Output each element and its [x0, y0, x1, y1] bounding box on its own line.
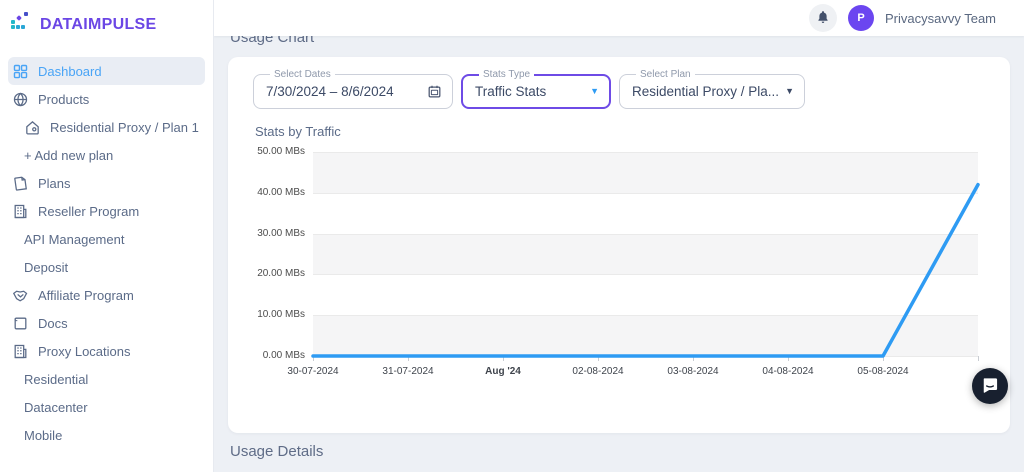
- sidebar-item-products[interactable]: Products: [8, 85, 205, 113]
- usage-line-chart: 50.00 MBs40.00 MBs30.00 MBs20.00 MBs10.0…: [228, 152, 1010, 387]
- x-axis-tick-label: 30-07-2024: [269, 366, 357, 377]
- chart-plot-area: [313, 152, 978, 356]
- sidebar-item-label: Deposit: [24, 260, 68, 275]
- plans-icon: [12, 175, 29, 192]
- sidebar-item-label: Proxy Locations: [38, 344, 131, 359]
- home-icon: [24, 119, 41, 136]
- sidebar-item-datacenter[interactable]: Datacenter: [8, 393, 205, 421]
- sidebar-item-label: Residential: [24, 372, 88, 387]
- stats-type-label: Stats Type: [479, 69, 534, 80]
- date-range-input[interactable]: 7/30/2024 – 8/6/2024: [266, 80, 442, 102]
- main-content: Usage Chart Select Dates 7/30/2024 – 8/6…: [214, 36, 1024, 472]
- sidebar-item-deposit[interactable]: Deposit: [8, 253, 205, 281]
- sidebar-item-label: Docs: [38, 316, 68, 331]
- usage-chart-card: Select Dates 7/30/2024 – 8/6/2024 Stats …: [228, 57, 1010, 433]
- topbar: P Privacysavvy Team: [214, 0, 1024, 36]
- plan-field[interactable]: Select Plan Residential Proxy / Pla... ▼: [619, 69, 805, 109]
- team-name: Privacysavvy Team: [885, 11, 996, 26]
- sidebar-item-affiliate-program[interactable]: Affiliate Program: [8, 281, 205, 309]
- y-axis-tick-label: 0.00 MBs: [228, 350, 305, 361]
- sidebar-item-proxy-locations[interactable]: Proxy Locations: [8, 337, 205, 365]
- docs-icon: [12, 315, 29, 332]
- y-axis-tick-label: 40.00 MBs: [228, 187, 305, 198]
- date-range-field[interactable]: Select Dates 7/30/2024 – 8/6/2024: [253, 69, 453, 109]
- notifications-button[interactable]: [809, 4, 837, 32]
- sidebar-item-mobile[interactable]: Mobile: [8, 421, 205, 449]
- sidebar-item-plans[interactable]: Plans: [8, 169, 205, 197]
- y-axis-tick-label: 10.00 MBs: [228, 309, 305, 320]
- x-axis-tick-label: 31-07-2024: [364, 366, 452, 377]
- sidebar-nav: Dashboard Products Residential Proxy / Pla…: [8, 57, 205, 449]
- brand-logo[interactable]: DATAIMPULSE: [0, 0, 213, 39]
- building-icon: [12, 203, 29, 220]
- sidebar-item-label: Products: [38, 92, 89, 107]
- usage-chart-title: Usage Chart: [230, 36, 1024, 46]
- sidebar-item-label: Reseller Program: [38, 204, 139, 219]
- sidebar-item-residential[interactable]: Residential: [8, 365, 205, 393]
- dashboard-grid-icon: [12, 63, 29, 80]
- x-axis-tick: [978, 356, 979, 361]
- usage-details-title: Usage Details: [230, 443, 1024, 460]
- sidebar: DATAIMPULSE Dashboard Products Residential…: [0, 0, 214, 472]
- sidebar-item-label: Plans: [38, 176, 71, 191]
- handshake-icon: [12, 287, 29, 304]
- calendar-icon[interactable]: [427, 84, 442, 99]
- globe-icon: [12, 91, 29, 108]
- x-axis-tick-label: Aug '24: [459, 366, 547, 377]
- chevron-down-icon: ▼: [590, 87, 599, 96]
- sidebar-item-label: API Management: [24, 232, 124, 247]
- date-range-value: 7/30/2024 – 8/6/2024: [266, 84, 394, 99]
- sidebar-item-reseller-program[interactable]: Reseller Program: [8, 197, 205, 225]
- x-axis-tick-label: 03-08-2024: [649, 366, 737, 377]
- stats-type-value: Traffic Stats: [475, 84, 546, 99]
- sidebar-item-label: + Add new plan: [24, 148, 113, 163]
- traffic-line-series: [313, 185, 978, 356]
- chart-controls: Select Dates 7/30/2024 – 8/6/2024 Stats …: [228, 57, 1010, 109]
- y-axis-tick-label: 20.00 MBs: [228, 268, 305, 279]
- brand-logo-icon: [9, 10, 33, 39]
- chat-bubble-icon: [980, 375, 1000, 398]
- chart-series-label: Stats by Traffic: [255, 124, 1010, 139]
- building-icon: [12, 343, 29, 360]
- sidebar-item-label: Mobile: [24, 428, 62, 443]
- plan-select[interactable]: Residential Proxy / Pla... ▼: [632, 80, 794, 102]
- x-axis-tick-label: 04-08-2024: [744, 366, 832, 377]
- bell-icon: [816, 10, 830, 27]
- x-axis-tick-label: 05-08-2024: [839, 366, 927, 377]
- sidebar-item-api-management[interactable]: API Management: [8, 225, 205, 253]
- sidebar-item-docs[interactable]: Docs: [8, 309, 205, 337]
- brand-name: DATAIMPULSE: [40, 16, 156, 34]
- date-range-label: Select Dates: [270, 69, 335, 80]
- sidebar-item-residential-proxy-plan-1[interactable]: Residential Proxy / Plan 1: [8, 113, 205, 141]
- y-axis-tick-label: 30.00 MBs: [228, 228, 305, 239]
- sidebar-item-label: Residential Proxy / Plan 1: [50, 120, 199, 135]
- sidebar-item-label: Datacenter: [24, 400, 88, 415]
- stats-type-field[interactable]: Stats Type Traffic Stats ▼: [461, 69, 611, 109]
- sidebar-item-add-new-plan[interactable]: + Add new plan: [8, 141, 205, 169]
- chevron-down-icon: ▼: [785, 87, 794, 96]
- plan-value: Residential Proxy / Pla...: [632, 84, 779, 99]
- stats-type-select[interactable]: Traffic Stats ▼: [475, 80, 599, 102]
- x-axis-tick-label: 02-08-2024: [554, 366, 642, 377]
- sidebar-item-dashboard[interactable]: Dashboard: [8, 57, 205, 85]
- sidebar-item-label: Affiliate Program: [38, 288, 134, 303]
- user-avatar[interactable]: P: [848, 5, 874, 31]
- sidebar-item-label: Dashboard: [38, 64, 102, 79]
- plan-label: Select Plan: [636, 69, 695, 80]
- chat-widget-button[interactable]: [972, 368, 1008, 404]
- y-axis-tick-label: 50.00 MBs: [228, 146, 305, 157]
